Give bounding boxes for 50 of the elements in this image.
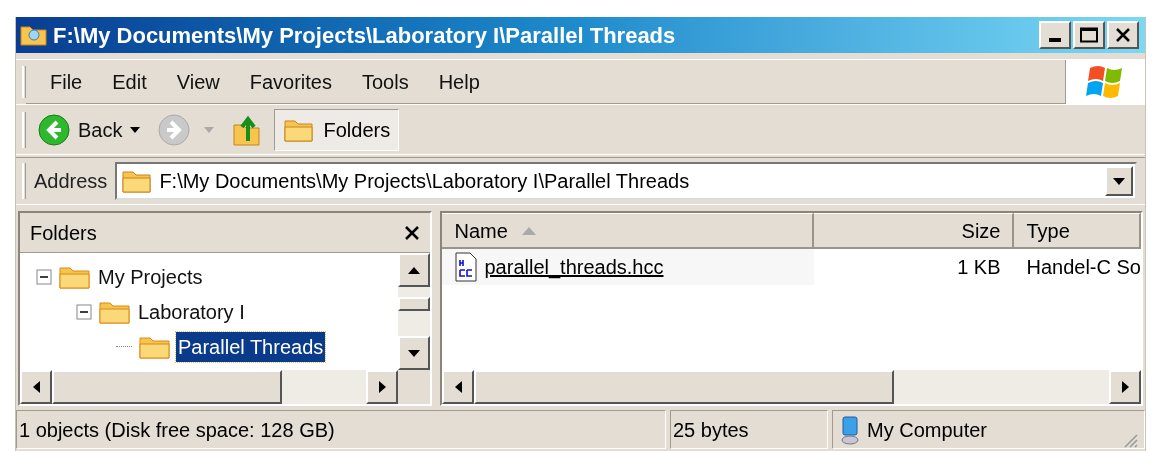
up-arrow-icon[interactable]: [408, 266, 421, 274]
back-button[interactable]: Back: [30, 109, 127, 150]
close-button[interactable]: [1107, 21, 1139, 49]
address-label: Address: [33, 169, 109, 194]
minimize-icon: [1049, 38, 1061, 42]
file-icon: [454, 252, 479, 282]
column-header[interactable]: Type: [1014, 213, 1141, 249]
minimize-button[interactable]: [1039, 21, 1071, 49]
menu-item[interactable]: Help: [426, 62, 492, 101]
tree-item[interactable]: My Projects: [96, 261, 205, 292]
maximize-button[interactable]: [1073, 21, 1105, 49]
close-icon: [1115, 27, 1131, 43]
tree-item[interactable]: Laboratory I: [136, 296, 247, 327]
collapse-icon[interactable]: [76, 303, 92, 320]
right-arrow-icon[interactable]: [379, 381, 386, 393]
horizontal-scrollbar[interactable]: [442, 370, 1141, 404]
table-cell-text: 1 KB: [956, 255, 1002, 280]
scroll-thumb[interactable]: [474, 370, 895, 404]
address-field[interactable]: F:\My Documents\My Projects\Laboratory I\Parallel Threads: [115, 162, 1137, 200]
column-header[interactable]: Size: [814, 213, 1015, 249]
folder-icon: [121, 168, 154, 194]
status-text: My Computer: [867, 417, 988, 443]
window-title: F:\My Documents\My Projects\Laboratory I\Parallel Threads: [53, 21, 676, 50]
left-arrow-icon[interactable]: [32, 381, 40, 393]
caret-icon: [1113, 177, 1125, 185]
table-cell-text: Handel-C So: [1025, 255, 1141, 280]
vertical-scrollbar[interactable]: [398, 253, 431, 370]
computer-icon: [839, 414, 861, 445]
sort-arrow-icon: [521, 226, 536, 235]
tree-item[interactable]: Parallel Threads: [176, 331, 326, 362]
pane-title: Folders: [30, 220, 97, 246]
scroll-thumb[interactable]: [52, 370, 282, 404]
dropdown-button[interactable]: [1105, 166, 1133, 196]
right-arrow-icon[interactable]: [1121, 381, 1129, 393]
close-icon[interactable]: [404, 224, 421, 241]
down-arrow-icon[interactable]: [408, 349, 421, 357]
folders-button[interactable]: Folders: [274, 108, 400, 151]
status-text: 25 bytes: [673, 417, 749, 443]
maximize-icon: [1080, 27, 1098, 43]
menu-item[interactable]: View: [164, 62, 232, 101]
collapse-icon[interactable]: [36, 268, 52, 285]
left-arrow-icon[interactable]: [455, 381, 462, 393]
scroll-thumb[interactable]: [398, 297, 431, 311]
menu-item[interactable]: File: [38, 62, 95, 101]
menu-item[interactable]: Favorites: [237, 62, 344, 101]
dropdown-arrow-icon[interactable]: [130, 126, 141, 133]
menu-item[interactable]: Tools: [349, 62, 421, 101]
horizontal-scrollbar[interactable]: [20, 370, 399, 404]
status-text: 1 objects (Disk free space: 128 GB): [19, 417, 335, 443]
menu-item[interactable]: Edit: [100, 62, 159, 101]
